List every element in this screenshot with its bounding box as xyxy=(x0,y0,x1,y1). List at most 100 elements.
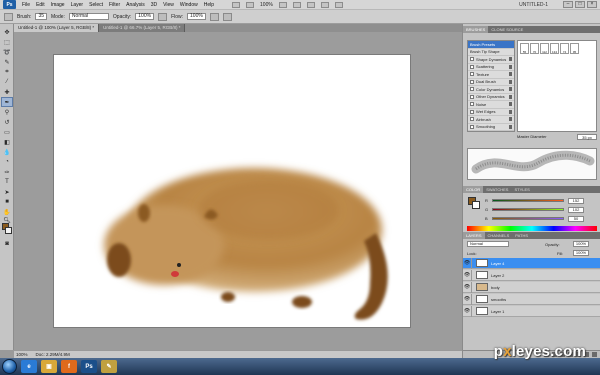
menu-filter[interactable]: Filter xyxy=(109,2,120,8)
checkbox-icon[interactable] xyxy=(470,72,474,77)
layer-row-body[interactable]: 👁︎ body xyxy=(463,281,600,293)
visibility-eye-icon[interactable]: 👁︎ xyxy=(463,269,472,281)
menu-select[interactable]: Select xyxy=(89,2,103,8)
color-panel-background[interactable] xyxy=(472,201,480,209)
checkbox-icon[interactable] xyxy=(470,109,474,114)
menu-window[interactable]: Window xyxy=(180,2,198,8)
quick-mask-icon[interactable]: ◙ xyxy=(2,240,12,248)
brush-option-item[interactable]: Dual Brush xyxy=(468,79,514,86)
brush-preset[interactable]: 112 xyxy=(540,43,549,54)
tablet-size-icon[interactable] xyxy=(222,12,232,21)
checkbox-icon[interactable] xyxy=(470,64,474,69)
green-slider[interactable] xyxy=(492,208,564,211)
brush-preset[interactable]: 70 xyxy=(530,43,539,54)
brush-tip-shape-item[interactable]: Brush Tip Shape xyxy=(468,49,514,56)
visibility-eye-icon[interactable]: 👁︎ xyxy=(463,257,472,269)
layer-row-layer-1[interactable]: 👁︎ Layer 1 xyxy=(463,305,600,317)
paint-icon[interactable]: ✎ xyxy=(101,360,117,373)
red-value[interactable]: 152 xyxy=(568,197,584,204)
visibility-eye-icon[interactable]: 👁︎ xyxy=(463,293,472,305)
checkbox-icon[interactable] xyxy=(470,117,474,122)
opacity-field[interactable]: 100% xyxy=(135,13,155,20)
brush-option-item[interactable]: Color Dynamics xyxy=(468,86,514,94)
green-value[interactable]: 102 xyxy=(568,206,584,213)
clone-stamp-tool-icon[interactable]: ⚲ xyxy=(2,108,12,116)
airbrush-icon[interactable] xyxy=(209,12,219,21)
checkbox-icon[interactable] xyxy=(470,94,474,99)
layer-row-layer-2[interactable]: 👁︎ Layer 2 xyxy=(463,269,600,281)
brush-preset[interactable]: 134 xyxy=(550,43,559,54)
brush-option-item[interactable]: Other Dynamics xyxy=(468,94,514,101)
move-tool-icon[interactable]: ✥ xyxy=(2,28,12,36)
checkbox-icon[interactable] xyxy=(470,124,474,129)
document-canvas[interactable] xyxy=(54,55,410,327)
shape-tool-icon[interactable]: ■ xyxy=(2,198,12,206)
screen-mode-icon[interactable] xyxy=(334,1,343,8)
mode-select[interactable]: Normal xyxy=(68,13,109,20)
tool-preset-icon[interactable] xyxy=(4,12,13,21)
layer-opacity-field[interactable]: 100% xyxy=(573,241,589,247)
visibility-eye-icon[interactable]: 👁︎ xyxy=(463,305,472,317)
healing-tool-icon[interactable]: ✚ xyxy=(2,88,12,96)
status-zoom[interactable]: 100% xyxy=(16,352,28,357)
background-color-swatch[interactable] xyxy=(5,227,12,234)
brush-option-item[interactable]: Wet Edges xyxy=(468,109,514,116)
layer-row-smooths[interactable]: 👁︎ smooths xyxy=(463,293,600,305)
zoom-level[interactable]: 100% xyxy=(260,2,273,8)
menu-image[interactable]: Image xyxy=(51,2,65,8)
checkbox-icon[interactable] xyxy=(470,79,474,84)
checkbox-icon[interactable] xyxy=(470,57,474,62)
type-tool-icon[interactable]: T xyxy=(2,178,12,186)
menu-layer[interactable]: Layer xyxy=(71,2,84,8)
internet-explorer-icon[interactable]: e xyxy=(21,360,37,373)
menu-file[interactable]: File xyxy=(22,2,30,8)
launch-bridge-icon[interactable] xyxy=(232,1,241,8)
menu-analysis[interactable]: Analysis xyxy=(126,2,145,8)
view-extras-icon[interactable] xyxy=(246,1,255,8)
blue-slider[interactable] xyxy=(492,217,564,220)
blend-mode-select[interactable]: Normal xyxy=(467,241,509,247)
tab-untitled-1-66[interactable]: Untitled-1 @ 66.7% (Layer 5, RGB/8) * xyxy=(99,24,186,32)
maximize-icon[interactable]: □ xyxy=(575,1,585,8)
flow-field[interactable]: 100% xyxy=(187,13,206,20)
tablet-opacity-icon[interactable] xyxy=(158,12,168,21)
brush-option-item[interactable]: Smoothing xyxy=(468,124,514,131)
crop-tool-icon[interactable]: ⌗ xyxy=(2,68,12,76)
history-brush-tool-icon[interactable]: ↺ xyxy=(2,118,12,126)
visibility-eye-icon[interactable]: 👁︎ xyxy=(463,281,472,293)
tab-brushes[interactable]: BRUSHES xyxy=(463,26,489,33)
tab-untitled-1-100[interactable]: Untitled-1 @ 100% (Layer 5, RGB/8) * xyxy=(14,24,100,32)
eyedropper-tool-icon[interactable]: ⁄ xyxy=(2,78,12,86)
checkbox-icon[interactable] xyxy=(470,102,474,107)
brush-presets-item[interactable]: Brush Presets xyxy=(468,41,514,49)
hand-tool-icon[interactable] xyxy=(278,1,287,8)
menu-help[interactable]: Help xyxy=(204,2,214,8)
arrange-documents-icon[interactable] xyxy=(320,1,329,8)
quick-select-tool-icon[interactable]: ✎ xyxy=(2,58,12,66)
rotate-view-icon[interactable] xyxy=(306,1,315,8)
brush-option-item[interactable]: Scattering xyxy=(468,64,514,71)
zoom-tool-icon[interactable] xyxy=(292,1,301,8)
marquee-tool-icon[interactable]: ⬚ xyxy=(2,38,12,46)
layer-row-layer-4[interactable]: 👁︎ Layer 4 xyxy=(463,257,600,269)
fill-field[interactable]: 100% xyxy=(573,250,589,256)
brush-option-item[interactable]: Shape Dynamics xyxy=(468,56,514,64)
brush-preset[interactable]: 55 xyxy=(520,43,529,54)
close-icon[interactable]: × xyxy=(587,1,597,8)
gradient-tool-icon[interactable]: ◧ xyxy=(2,138,12,146)
trash-icon[interactable] xyxy=(592,352,597,357)
brush-tool-icon[interactable]: ✒ xyxy=(1,97,13,107)
brush-preset[interactable]: 95 xyxy=(570,43,579,54)
lasso-tool-icon[interactable]: ➰ xyxy=(2,48,12,56)
red-slider[interactable] xyxy=(492,199,564,202)
workspace-name[interactable]: UNTITLED-1 xyxy=(519,2,548,8)
brush-option-item[interactable]: Airbrush xyxy=(468,116,514,124)
menu-3d[interactable]: 3D xyxy=(151,2,157,8)
master-diameter-field[interactable]: 35 px xyxy=(577,134,597,140)
photoshop-icon[interactable]: Ps xyxy=(81,360,97,373)
brush-preset[interactable]: 74 xyxy=(560,43,569,54)
brush-option-item[interactable]: Noise xyxy=(468,101,514,109)
folder-icon[interactable]: ▣ xyxy=(41,360,57,373)
blur-tool-icon[interactable]: 💧 xyxy=(2,148,12,156)
pen-tool-icon[interactable]: ✑ xyxy=(2,168,12,176)
